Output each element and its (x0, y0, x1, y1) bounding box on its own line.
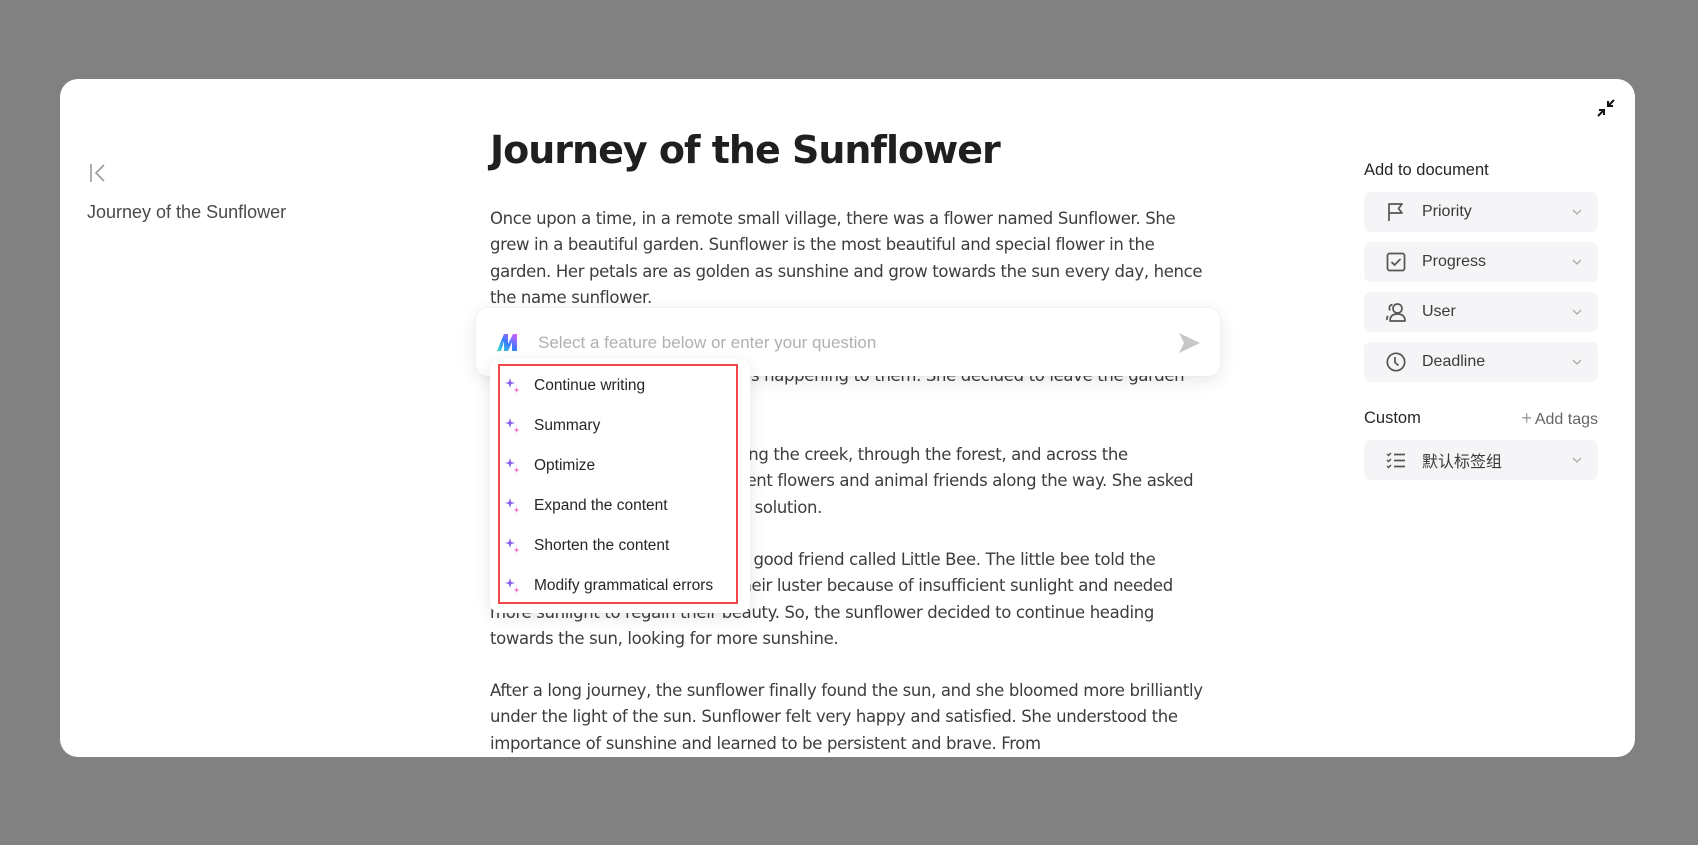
menu-item-fix-grammar[interactable]: Modify grammatical errors (504, 571, 734, 601)
checkbox-icon (1386, 252, 1406, 272)
tag-group-label: 默认标签组 (1422, 454, 1503, 471)
users-icon (1386, 303, 1406, 322)
paragraph[interactable]: After a long journey, the sunflower fina… (490, 678, 1205, 757)
menu-item-label: Continue writing (534, 377, 646, 394)
chevron-down-icon (1572, 259, 1582, 265)
paragraph[interactable]: Once upon a time, in a remote small vill… (490, 206, 1205, 311)
menu-item-label: Summary (534, 417, 601, 434)
user-label: User (1422, 303, 1456, 320)
sparkle-icon (505, 458, 520, 473)
collapse-arrows-icon (1597, 99, 1615, 117)
properties-panel: Add to document Priority Progress User D… (1364, 158, 1598, 480)
sparkle-icon (505, 418, 520, 433)
menu-item-label: Expand the content (534, 497, 668, 514)
chevron-down-icon (1572, 359, 1582, 365)
add-tags-button[interactable]: + Add tags (1521, 408, 1598, 429)
menu-item-label: Optimize (534, 457, 596, 474)
sparkle-icon (505, 538, 520, 553)
ai-logo-icon (497, 334, 517, 351)
menu-item-summary[interactable]: Summary (504, 411, 734, 441)
menu-item-continue-writing[interactable]: Continue writing (504, 371, 734, 401)
sparkle-icon (505, 498, 520, 513)
flag-icon (1388, 203, 1403, 221)
send-button[interactable] (1176, 330, 1202, 356)
tag-group-dropdown[interactable]: 默认标签组 (1364, 440, 1598, 480)
sparkle-icon (505, 378, 520, 393)
user-dropdown[interactable]: User (1364, 292, 1598, 332)
chevron-down-icon (1572, 457, 1582, 463)
document-title[interactable]: Journey of the Sunflower (490, 122, 1205, 178)
menu-item-shorten-content[interactable]: Shorten the content (504, 531, 734, 561)
plus-icon: + (1521, 407, 1532, 428)
send-icon (1179, 333, 1200, 353)
collapse-sidebar-button[interactable] (88, 161, 110, 185)
custom-section-header: Custom + Add tags (1364, 406, 1598, 430)
checklist-icon (1386, 452, 1405, 469)
menu-item-label: Modify grammatical errors (534, 577, 714, 594)
deadline-label: Deadline (1422, 353, 1486, 370)
menu-item-optimize[interactable]: Optimize (504, 451, 734, 481)
ai-feature-menu: Continue writing Summary Optimize Expand… (490, 359, 750, 613)
add-to-document-heading: Add to document (1364, 161, 1489, 179)
custom-heading: Custom (1364, 409, 1421, 427)
collapse-fullscreen-button[interactable] (1592, 94, 1620, 122)
sparkle-icon (505, 578, 520, 593)
progress-dropdown[interactable]: Progress (1364, 242, 1598, 282)
deadline-dropdown[interactable]: Deadline (1364, 342, 1598, 382)
chevron-down-icon (1572, 309, 1582, 315)
ai-question-input[interactable] (536, 324, 1140, 362)
priority-label: Priority (1422, 203, 1472, 220)
collapse-left-icon (90, 164, 105, 182)
sidebar-document-title[interactable]: Journey of the Sunflower (87, 202, 286, 223)
menu-item-label: Shorten the content (534, 537, 670, 554)
priority-dropdown[interactable]: Priority (1364, 192, 1598, 232)
add-tags-label: Add tags (1534, 410, 1598, 428)
chevron-down-icon (1572, 209, 1582, 215)
progress-label: Progress (1422, 253, 1487, 270)
clock-icon (1386, 352, 1406, 372)
menu-item-expand-content[interactable]: Expand the content (504, 491, 734, 521)
